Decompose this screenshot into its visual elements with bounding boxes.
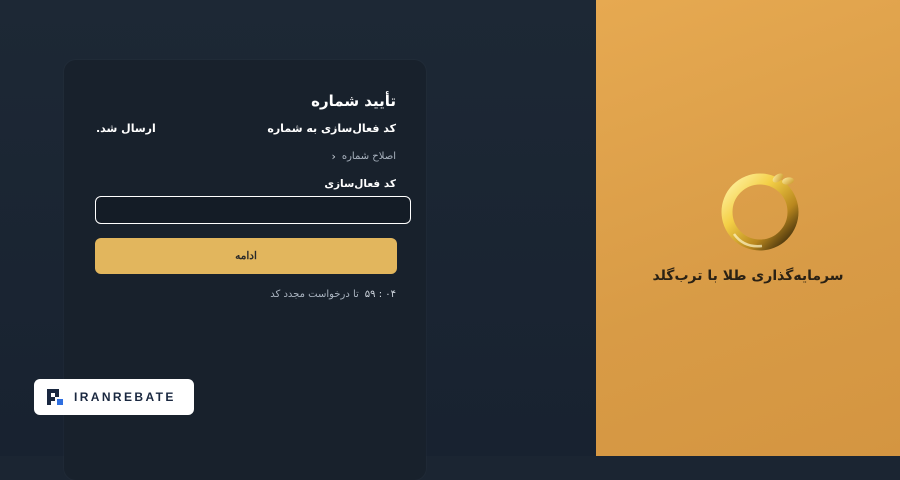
code-sent-suffix: ارسال شد. [96,122,156,135]
resend-timer: ۵۹ : ۰۴ تا درخواست مجدد کد [270,289,396,300]
code-sent-message: کد فعال‌سازی به شماره ارسال شد. [96,122,396,135]
brand-tagline: سرمایه‌گذاری طلا با ترب‌گلد [652,268,844,284]
watermark-text: IRANREBATE [74,390,176,404]
verify-card: تأیید شماره کد فعال‌سازی به شماره ارسال … [64,60,426,480]
activation-code-input[interactable] [95,196,411,224]
chevron-left-icon: ‹ [331,150,336,163]
timer-countdown: ۵۹ : ۰۴ [364,289,396,300]
continue-button[interactable]: ادامه [95,238,397,274]
iranrebate-logo-icon [47,389,63,405]
gold-ring-logo-icon [721,173,799,251]
edit-number-link[interactable]: اصلاح شماره ‹ [331,150,396,163]
code-field-label: کد فعال‌سازی [324,178,396,190]
edit-number-label: اصلاح شماره [341,151,396,162]
code-sent-prefix: کد فعال‌سازی به شماره [267,122,396,135]
page-title: تأیید شماره [311,92,396,110]
timer-text: تا درخواست مجدد کد [270,289,359,300]
iranrebate-watermark: IRANREBATE [34,379,194,415]
